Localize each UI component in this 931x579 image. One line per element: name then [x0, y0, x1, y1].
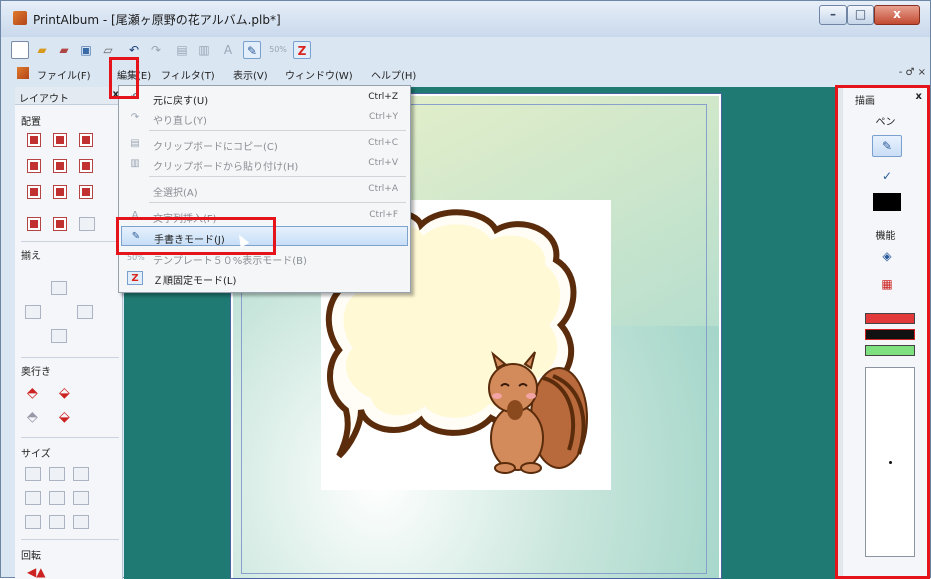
send-to-back-icon[interactable]: ⬙: [59, 409, 70, 425]
main-toolbar: ▰ ▰ ▣ ▱ ↶ ↷ ▤ ▥ A ✎ 50% Z: [11, 39, 431, 63]
align-middle-right-icon[interactable]: [79, 159, 93, 173]
fit-width-icon[interactable]: [73, 515, 89, 529]
same-height-icon[interactable]: [49, 491, 65, 505]
align-bottom-right-icon[interactable]: [79, 185, 93, 199]
center-horizontal-icon[interactable]: [53, 217, 67, 231]
highlight-drawing-panel: [835, 85, 930, 579]
printalbum-app-icon: [13, 11, 27, 25]
center-both-icon[interactable]: [27, 217, 41, 231]
size-half-alt-icon[interactable]: [73, 467, 89, 481]
document-icon: [17, 67, 29, 79]
maximize-button[interactable]: □: [847, 5, 874, 25]
new-icon[interactable]: [11, 41, 29, 59]
menu-view[interactable]: 表示(V): [233, 67, 268, 82]
redo-icon: ↷: [130, 112, 140, 123]
pen-mode-icon[interactable]: ✎: [243, 41, 261, 59]
layout-panel-title: レイアウト: [19, 94, 69, 105]
section-depth: 奥行き: [21, 367, 51, 378]
text-insert-icon[interactable]: A: [219, 41, 237, 59]
print-preview-icon[interactable]: ▣: [77, 41, 95, 59]
menu-select-all[interactable]: 全選択(A) Ctrl+A: [121, 180, 408, 200]
minimize-button[interactable]: –: [819, 5, 847, 25]
highlight-edit-menu: [109, 57, 139, 99]
send-backward-icon[interactable]: ⬘: [27, 409, 38, 425]
align-right-edge-icon[interactable]: [77, 305, 93, 319]
size-xy-icon[interactable]: [25, 467, 41, 481]
align-left-edge-icon[interactable]: [25, 305, 41, 319]
menu-filter[interactable]: フィルタ(T): [161, 67, 215, 82]
maximize-icon: □: [854, 7, 867, 21]
menu-file[interactable]: ファイル(F): [37, 67, 91, 82]
layout-panel-header: レイアウト x: [15, 87, 123, 105]
menu-copy[interactable]: ▤ クリップボードにコピー(C) Ctrl+C: [121, 134, 408, 154]
rotate-left-icon[interactable]: ◀▲: [27, 565, 45, 579]
align-center-icon[interactable]: [53, 159, 67, 173]
align-top-center-icon[interactable]: [53, 133, 67, 147]
highlight-handwriting-mode: [116, 217, 276, 255]
close-button[interactable]: x: [874, 5, 920, 25]
redo-icon[interactable]: ↷: [147, 41, 165, 59]
same-width-icon[interactable]: [25, 491, 41, 505]
menu-paste[interactable]: ▥ クリップボードから貼り付け(H) Ctrl+V: [121, 154, 408, 174]
menu-redo[interactable]: ↷ やり直し(Y) Ctrl+Y: [121, 108, 408, 128]
align-top-right-icon[interactable]: [79, 133, 93, 147]
save-icon[interactable]: ▰: [55, 41, 73, 59]
align-top-edge-icon[interactable]: [51, 281, 67, 295]
paste-icon[interactable]: ▥: [195, 41, 213, 59]
align-top-left-icon[interactable]: [27, 133, 41, 147]
section-size: サイズ: [21, 449, 51, 460]
bring-forward-icon[interactable]: ⬘: [27, 385, 38, 401]
open-icon[interactable]: ▰: [33, 41, 51, 59]
section-placement: 配置: [21, 117, 41, 128]
copy-icon[interactable]: ▤: [173, 41, 191, 59]
paste-icon: ▥: [130, 158, 140, 169]
z-order-icon: Z: [127, 271, 143, 285]
layout-panel: レイアウト x 配置 揃え 奥行き ⬘ ⬙ ⬘ ⬙ サイズ 回転 ◀▲: [15, 87, 123, 579]
section-align: 揃え: [21, 251, 41, 262]
app-window: PrintAlbum - [尾瀬ヶ原野の花アルバム.plb*] – □ x ▰ …: [0, 0, 931, 579]
menu-z-order-lock[interactable]: Z Ｚ順固定モード(L): [121, 268, 408, 288]
zoom50-icon[interactable]: 50%: [269, 41, 287, 59]
section-rotate: 回転: [21, 551, 41, 562]
align-bottom-left-icon[interactable]: [27, 185, 41, 199]
menu-help[interactable]: ヘルプ(H): [371, 67, 416, 82]
bring-to-front-icon[interactable]: ⬙: [59, 385, 70, 401]
copy-icon: ▤: [130, 138, 140, 149]
align-middle-left-icon[interactable]: [27, 159, 41, 173]
close-icon: x: [893, 7, 901, 21]
title-bar[interactable]: PrintAlbum - [尾瀬ヶ原野の花アルバム.plb*] – □ x: [1, 1, 930, 37]
edit-menu-dropdown: ↶ 元に戻す(U) Ctrl+Z ↷ やり直し(Y) Ctrl+Y ▤ クリップ…: [118, 85, 411, 293]
same-size-icon[interactable]: [73, 491, 89, 505]
fit-size-icon[interactable]: [25, 515, 41, 529]
menu-bar: ファイル(F) 編集(E) フィルタ(T) 表示(V) ウィンドウ(W) ヘルプ…: [11, 63, 926, 85]
z-order-icon[interactable]: Z: [293, 41, 311, 59]
grid-icon[interactable]: [79, 217, 95, 231]
mdi-controls[interactable]: - ♂ ×: [899, 67, 926, 78]
minimize-icon: –: [830, 7, 836, 21]
window-title: PrintAlbum - [尾瀬ヶ原野の花アルバム.plb*]: [33, 13, 281, 27]
align-bottom-center-icon[interactable]: [53, 185, 67, 199]
align-bottom-edge-icon[interactable]: [51, 329, 67, 343]
menu-undo[interactable]: ↶ 元に戻す(U) Ctrl+Z: [121, 88, 408, 108]
menu-window[interactable]: ウィンドウ(W): [285, 67, 353, 82]
size-half-icon[interactable]: [49, 467, 65, 481]
fit-height-icon[interactable]: [49, 515, 65, 529]
